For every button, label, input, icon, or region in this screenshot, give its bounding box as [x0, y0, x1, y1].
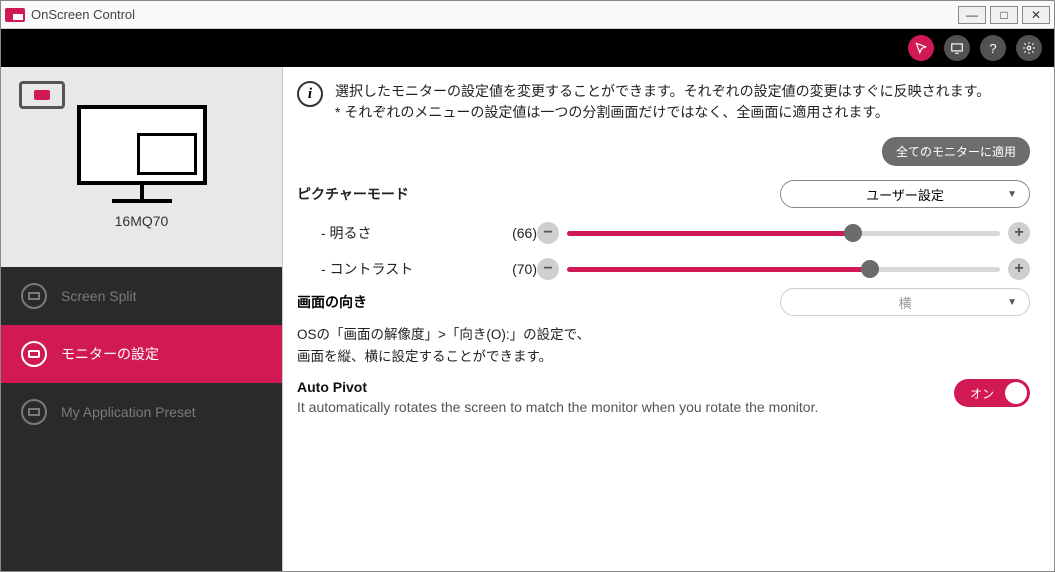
- sidebar-nav: Screen Split モニターの設定 My Application Pres…: [1, 267, 282, 571]
- contrast-label: - コントラスト: [297, 259, 497, 279]
- contrast-increase-button[interactable]: +: [1008, 258, 1030, 280]
- monitor-icon[interactable]: [944, 35, 970, 61]
- preview-badge-icon: [19, 81, 65, 109]
- orientation-select[interactable]: 横 ▼: [780, 288, 1030, 316]
- contrast-slider[interactable]: [567, 267, 1000, 272]
- monitor-preview: 16MQ70: [1, 67, 282, 267]
- brightness-value: (66): [497, 225, 537, 241]
- close-button[interactable]: ✕: [1022, 6, 1050, 24]
- contrast-decrease-button[interactable]: −: [537, 258, 559, 280]
- app-icon: [5, 8, 25, 22]
- screen-split-icon: [21, 283, 47, 309]
- picture-mode-label: ピクチャーモード: [297, 184, 497, 204]
- brightness-slider[interactable]: [567, 231, 1000, 236]
- top-toolbar: ?: [1, 29, 1054, 67]
- sidebar-item-label: My Application Preset: [61, 404, 196, 420]
- sidebar-item-app-preset[interactable]: My Application Preset: [1, 383, 282, 441]
- help-icon[interactable]: ?: [980, 35, 1006, 61]
- app-preset-icon: [21, 399, 47, 425]
- auto-pivot-description: It automatically rotates the screen to m…: [297, 399, 857, 415]
- titlebar: OnScreen Control — □ ✕: [1, 1, 1054, 29]
- monitor-model-label: 16MQ70: [115, 213, 169, 229]
- sidebar-item-monitor-settings[interactable]: モニターの設定: [1, 325, 282, 383]
- contrast-value: (70): [497, 261, 537, 277]
- orientation-label: 画面の向き: [297, 292, 497, 312]
- brightness-increase-button[interactable]: +: [1008, 222, 1030, 244]
- monitor-settings-icon: [21, 341, 47, 367]
- brightness-label: - 明るさ: [297, 223, 497, 243]
- chevron-down-icon: ▼: [1007, 189, 1017, 200]
- sidebar-item-label: モニターの設定: [61, 344, 159, 364]
- auto-pivot-toggle[interactable]: オン: [954, 379, 1030, 407]
- auto-pivot-title: Auto Pivot: [297, 379, 934, 395]
- sidebar-item-label: Screen Split: [61, 288, 136, 304]
- sidebar-item-screen-split[interactable]: Screen Split: [1, 267, 282, 325]
- picture-mode-select[interactable]: ユーザー設定 ▼: [780, 180, 1030, 208]
- sidebar: 16MQ70 Screen Split モニターの設定 My Applicati…: [1, 67, 283, 571]
- orientation-description: OSの「画面の解像度」>「向き(O):」の設定で、 画面を縦、横に設定することが…: [297, 324, 1030, 367]
- main-panel: i 選択したモニターの設定値を変更することができます。それぞれの設定値の変更はす…: [283, 67, 1054, 571]
- chevron-down-icon: ▼: [1007, 297, 1017, 308]
- info-icon: i: [297, 81, 323, 107]
- apply-all-monitors-button[interactable]: 全てのモニターに適用: [882, 137, 1030, 166]
- window-title: OnScreen Control: [31, 7, 135, 22]
- minimize-button[interactable]: —: [958, 6, 986, 24]
- cursor-tool-icon[interactable]: [908, 35, 934, 61]
- maximize-button[interactable]: □: [990, 6, 1018, 24]
- app-window: OnScreen Control — □ ✕ ? 16MQ70: [0, 0, 1055, 572]
- info-text: 選択したモニターの設定値を変更することができます。それぞれの設定値の変更はすぐに…: [335, 81, 990, 123]
- settings-gear-icon[interactable]: [1016, 35, 1042, 61]
- monitor-glyph-icon: [77, 105, 207, 185]
- brightness-decrease-button[interactable]: −: [537, 222, 559, 244]
